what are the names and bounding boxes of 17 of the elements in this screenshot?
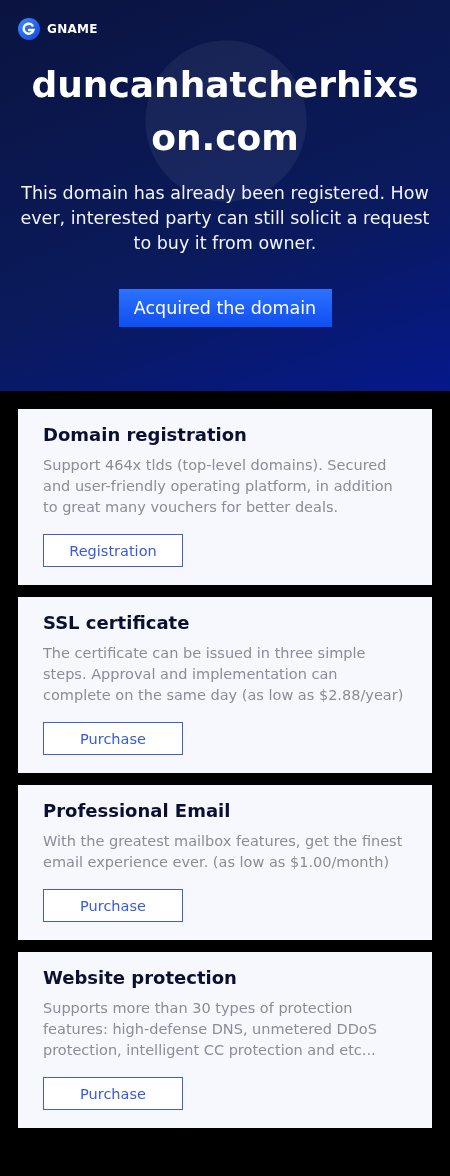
card-title: Website protection — [43, 966, 238, 990]
domain-title: duncanhatcherhixson.com — [30, 63, 420, 160]
registered-message: This domain has already been registered. However, interested party can still solicit a request to buy it from owner. — [19, 182, 431, 255]
card-action-button[interactable]: Purchase — [43, 1077, 183, 1110]
card-description: Supports more than 30 types of protection features: high-defense DNS, unmetered DDoS protection, intelligent CC protection and etc... — [43, 999, 378, 1060]
card-title: Professional Email — [43, 799, 232, 823]
card-description: The certificate can be issued in three simple steps. Approval and implementation can complete on the same day (as low as $2.88/year) — [43, 644, 405, 705]
card-description: With the greatest mailbox features, get the finest email experience ever. (as low as $1.00/month) — [43, 832, 404, 872]
card-action-button[interactable]: Purchase — [43, 889, 183, 922]
logo-icon — [18, 18, 40, 40]
brand-name: GNAME — [47, 22, 98, 36]
card-description: Support 464x tlds (top-level domains). Secured and user-friendly operating platform, in addition to great many vouchers for better deals. — [43, 456, 394, 517]
card-title: Domain registration — [43, 423, 248, 447]
card-action-button[interactable]: Purchase — [43, 722, 183, 755]
acquire-button[interactable]: Acquired the domain — [118, 289, 332, 327]
card-title: SSL certificate — [43, 611, 191, 635]
card-action-button[interactable]: Registration — [43, 534, 183, 567]
